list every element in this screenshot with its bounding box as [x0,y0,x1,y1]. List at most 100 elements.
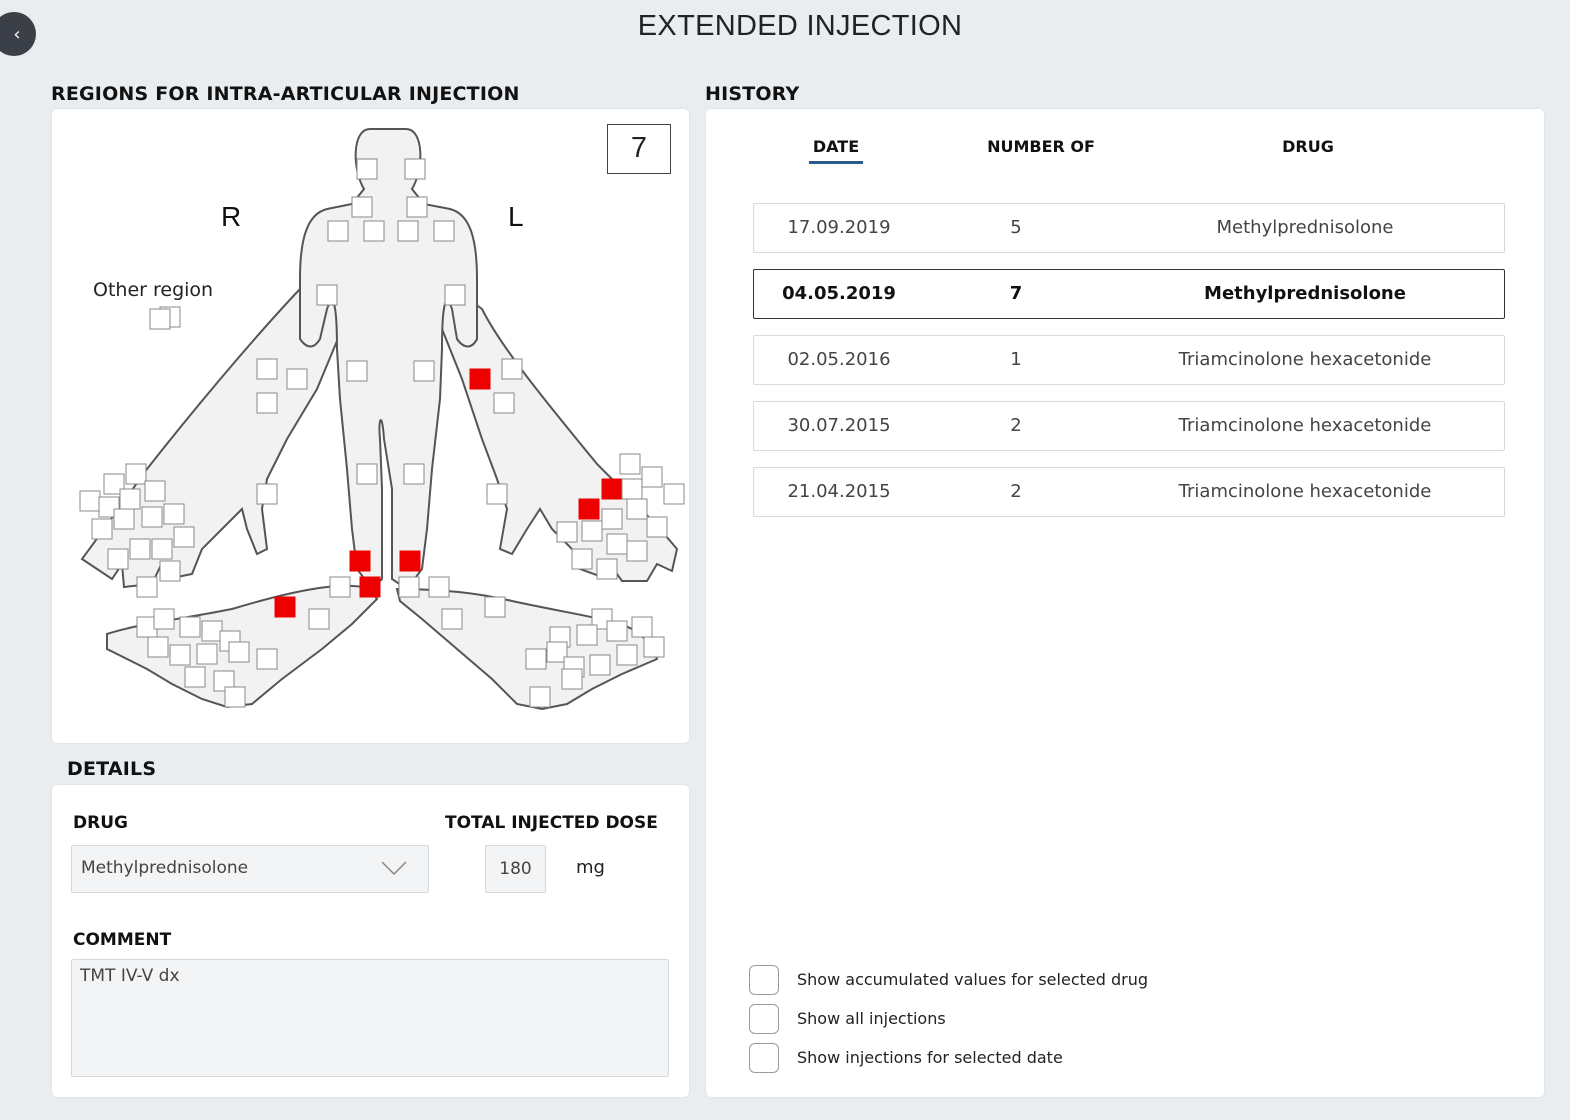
joint-region-checkbox[interactable] [663,483,685,505]
joint-region-checkbox[interactable] [159,560,181,582]
left-side-label: L [508,201,524,232]
joint-region-checkbox[interactable] [493,392,515,414]
joint-region-checkbox[interactable] [484,596,506,618]
joint-region-checkbox[interactable] [163,503,185,525]
joint-region-checkbox[interactable] [606,620,628,642]
joint-region-checkbox[interactable] [581,520,603,542]
joint-region-checkbox[interactable] [646,516,668,538]
joint-region-checkbox[interactable] [413,360,435,382]
joint-region-checkbox[interactable] [329,576,351,598]
joint-region-checkbox[interactable] [107,548,129,570]
joint-region-checkbox[interactable] [397,220,419,242]
joint-region-checkbox[interactable] [256,648,278,670]
joint-region-checkbox[interactable] [79,490,101,512]
row-date: 04.05.2019 [782,283,896,304]
selected-date-checkbox[interactable] [749,1043,779,1073]
joint-region-checkbox[interactable] [576,624,598,646]
joint-region-checkbox[interactable] [149,308,171,330]
joint-region-checkbox[interactable] [169,644,191,666]
joint-region-checkbox[interactable] [619,453,641,475]
joint-region-checkbox[interactable] [125,463,147,485]
joint-region-checkbox[interactable] [173,526,195,548]
joint-region-checkbox[interactable] [621,478,643,500]
joint-region-checkbox[interactable] [144,480,166,502]
joint-region-checkbox[interactable] [316,284,338,306]
joint-region-checkbox[interactable] [589,654,611,676]
joint-region-checkbox[interactable] [501,358,523,380]
joint-region-checkbox[interactable] [428,576,450,598]
joint-region-checkbox[interactable] [626,498,648,520]
joint-region-checkbox[interactable] [363,220,385,242]
accumulated-values-checkbox[interactable] [749,965,779,995]
joint-region-checkbox[interactable] [351,196,373,218]
joint-region-checkbox[interactable] [601,508,623,530]
joint-region-checkbox[interactable] [256,358,278,380]
joint-region-checkbox[interactable] [444,284,466,306]
joint-region-checkbox[interactable] [529,686,551,708]
joint-region-checkbox[interactable] [228,641,250,663]
joint-region-checkbox[interactable] [129,538,151,560]
joint-region-checkbox[interactable] [403,463,425,485]
joint-region-checkbox[interactable] [561,668,583,690]
joint-region-checkbox-selected[interactable] [578,498,600,520]
comment-field[interactable]: TMT IV-V dx [71,959,669,1077]
joint-region-checkbox[interactable] [606,533,628,555]
history-row[interactable]: 21.04.2015 2 Triamcinolone hexacetonide [753,467,1505,517]
all-injections-checkbox[interactable] [749,1004,779,1034]
history-row-selected[interactable]: 04.05.2019 7 Methylprednisolone [753,269,1505,319]
joint-region-checkbox[interactable] [643,636,665,658]
joint-region-checkbox[interactable] [224,686,246,708]
joint-region-checkbox[interactable] [641,466,663,488]
joint-region-checkbox[interactable] [556,521,578,543]
joint-region-checkbox[interactable] [153,608,175,630]
joint-region-checkbox[interactable] [141,506,163,528]
column-header-drug[interactable]: DRUG [1258,137,1358,156]
joint-region-checkbox[interactable] [136,576,158,598]
joint-region-checkbox[interactable] [184,666,206,688]
joint-region-checkbox[interactable] [398,576,420,598]
column-header-date[interactable]: DATE [786,137,886,156]
history-row[interactable]: 30.07.2015 2 Triamcinolone hexacetonide [753,401,1505,451]
drug-select[interactable]: Methylprednisolone [71,845,429,893]
joint-region-checkbox-selected[interactable] [349,550,371,572]
row-number: 7 [1009,283,1023,304]
joint-region-checkbox-selected[interactable] [399,550,421,572]
history-panel: DATE NUMBER OF DRUG 17.09.2019 5 Methylp… [706,109,1544,1097]
joint-region-checkbox[interactable] [327,220,349,242]
joint-region-checkbox[interactable] [147,636,169,658]
joint-region-checkbox[interactable] [119,488,141,510]
history-row[interactable]: 17.09.2019 5 Methylprednisolone [753,203,1505,253]
joint-region-checkbox[interactable] [486,483,508,505]
joint-region-checkbox[interactable] [179,616,201,638]
joint-region-checkbox[interactable] [525,648,547,670]
joint-region-checkbox[interactable] [406,196,428,218]
dose-input[interactable]: 180 [485,845,546,893]
joint-region-checkbox-selected[interactable] [469,368,491,390]
other-region-label: Other region [93,279,214,301]
joint-region-checkbox[interactable] [571,548,593,570]
joint-region-checkbox[interactable] [286,368,308,390]
joint-region-checkbox-selected[interactable] [274,596,296,618]
joint-region-checkbox[interactable] [441,608,463,630]
joint-region-checkbox[interactable] [346,360,368,382]
history-row[interactable]: 02.05.2016 1 Triamcinolone hexacetonide [753,335,1505,385]
joint-region-checkbox[interactable] [433,220,455,242]
joint-region-checkbox[interactable] [626,540,648,562]
joint-region-checkbox-selected[interactable] [601,478,623,500]
joint-region-checkbox[interactable] [404,158,426,180]
joint-region-checkbox[interactable] [201,620,223,642]
joint-region-checkbox[interactable] [151,538,173,560]
joint-region-checkbox[interactable] [196,643,218,665]
joint-region-checkbox[interactable] [356,463,378,485]
joint-region-checkbox[interactable] [256,483,278,505]
joint-region-checkbox[interactable] [616,644,638,666]
joint-region-checkbox[interactable] [631,616,653,638]
joint-region-checkbox[interactable] [356,158,378,180]
joint-region-checkbox[interactable] [308,608,330,630]
joint-region-checkbox[interactable] [256,392,278,414]
joint-region-checkbox[interactable] [113,508,135,530]
joint-region-checkbox[interactable] [596,558,618,580]
column-header-number[interactable]: NUMBER OF [971,137,1111,156]
joint-region-checkbox[interactable] [91,518,113,540]
joint-region-checkbox-selected[interactable] [359,576,381,598]
